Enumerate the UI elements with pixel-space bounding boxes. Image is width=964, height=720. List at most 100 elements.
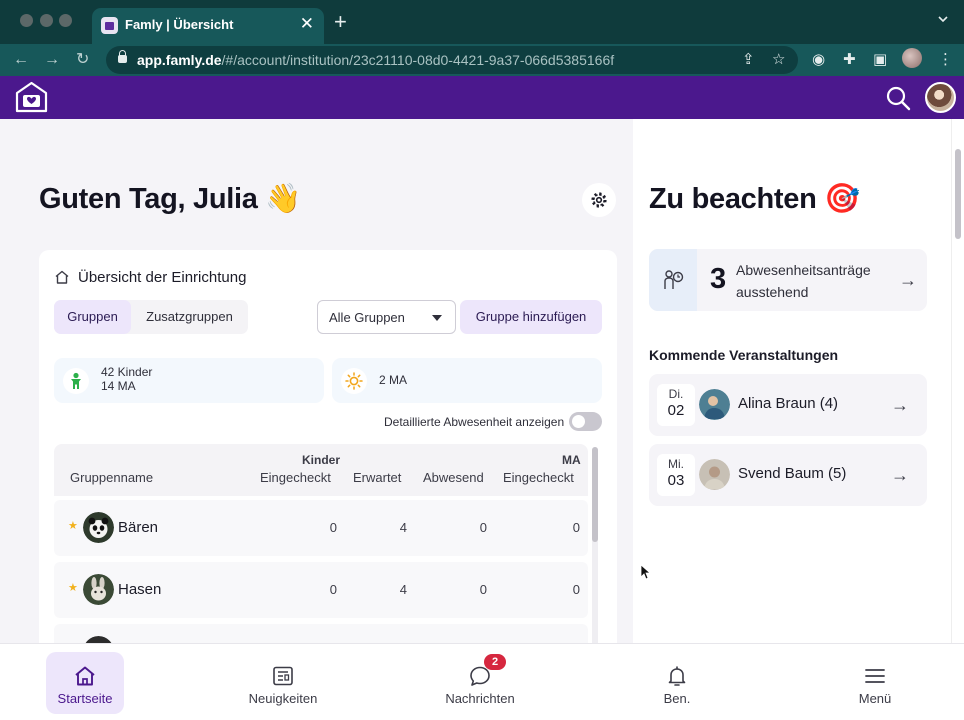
nav-label: Ben. — [663, 691, 691, 706]
page-content: Guten Tag, Julia 👋 Übersicht der Einrich… — [0, 119, 964, 643]
settings-button[interactable] — [582, 183, 616, 217]
group-name: Hasen — [118, 581, 162, 598]
window-minimize-dot[interactable] — [40, 14, 53, 27]
kinder-eingecheckt-value: 0 — [329, 520, 337, 535]
new-tab-button[interactable]: + — [334, 11, 347, 33]
nav-neuigkeiten[interactable]: Neuigkeiten — [228, 652, 338, 714]
toggle-knob — [572, 415, 585, 428]
kebab-menu-icon[interactable]: ⋮ — [938, 51, 953, 69]
profile-avatar[interactable] — [902, 48, 922, 68]
group-avatar-rabbit — [83, 574, 114, 605]
event-date-badge: Di. 02 — [657, 384, 695, 426]
add-group-button[interactable]: Gruppe hinzufügen — [460, 300, 602, 334]
group-filter-select[interactable]: Alle Gruppen — [317, 300, 456, 334]
address-bar[interactable]: app.famly.de/#/account/institution/23c21… — [106, 46, 798, 74]
url-text[interactable]: app.famly.de/#/account/institution/23c21… — [137, 52, 614, 68]
nav-label: Neuigkeiten — [248, 691, 318, 706]
col-erwartet[interactable]: Erwartet — [353, 470, 401, 485]
event-child-name: Svend Baum (5) — [738, 465, 847, 482]
table-row[interactable]: ★ Hasen 0 4 0 0 — [54, 562, 588, 618]
tab-close-icon[interactable]: ✕ — [300, 14, 314, 34]
table-row[interactable] — [54, 624, 588, 643]
event-day-number: 02 — [667, 402, 685, 419]
child-person-icon — [63, 368, 89, 394]
browser-tab-bar: Famly | Übersicht ✕ + — [0, 0, 964, 44]
arrow-right-icon: → — [891, 465, 909, 485]
nav-label: Nachrichten — [445, 691, 515, 706]
col-kinder-eingecheckt[interactable]: Eingecheckt — [260, 470, 331, 485]
star-icon: ★ — [68, 582, 78, 594]
table-header: Gruppenname Kinder Eingecheckt Erwartet … — [54, 444, 588, 496]
caret-down-icon — [432, 315, 442, 321]
greeting-heading: Guten Tag, Julia 👋 — [39, 183, 302, 215]
kinder-eingecheckt-value: 0 — [329, 582, 337, 597]
tab-title: Famly | Übersicht — [125, 17, 234, 32]
app-header — [0, 76, 964, 119]
erwartet-value: 4 — [399, 582, 407, 597]
famly-logo-icon[interactable] — [14, 81, 49, 114]
child-avatar — [699, 459, 730, 490]
nav-nachrichten[interactable]: 2 Nachrichten — [425, 652, 535, 714]
sun-staff-stat[interactable]: 2 MA — [332, 358, 602, 403]
staff-count: 14 MA — [101, 379, 136, 393]
nav-startseite[interactable]: Startseite — [46, 652, 124, 714]
table-row[interactable]: ★ Bären 0 4 0 0 — [54, 500, 588, 556]
col-gruppenname[interactable]: Gruppenname — [70, 470, 153, 485]
attention-heading: Zu beachten 🎯 — [649, 183, 861, 215]
forward-arrow-icon[interactable]: → — [44, 50, 60, 70]
tab-search-chevron-icon[interactable] — [938, 14, 948, 24]
event-item[interactable]: Mi. 03 Svend Baum (5) → — [649, 444, 927, 506]
user-avatar[interactable] — [925, 82, 956, 113]
bottom-navigation: Startseite Neuigkeiten 2 Nachrichten Ben… — [0, 643, 964, 720]
reload-icon[interactable]: ↻ — [76, 50, 89, 70]
lock-icon[interactable] — [118, 50, 127, 63]
hamburger-menu-icon — [865, 669, 885, 683]
gear-icon — [591, 192, 607, 208]
browser-tab[interactable]: Famly | Übersicht ✕ — [92, 8, 324, 44]
child-avatar — [699, 389, 730, 420]
children-staff-stat[interactable]: 42 Kinder 14 MA — [54, 358, 324, 403]
absence-requests-count: 3 — [710, 263, 727, 295]
detailed-absence-toggle[interactable] — [569, 412, 602, 431]
tab-zusatzgruppen[interactable]: Zusatzgruppen — [133, 300, 246, 334]
erwartet-value: 4 — [399, 520, 407, 535]
col-abwesend[interactable]: Abwesend — [423, 470, 484, 485]
main-column: Guten Tag, Julia 👋 Übersicht der Einrich… — [0, 119, 632, 643]
person-clock-icon — [649, 249, 697, 311]
nav-benachrichtigungen[interactable]: Ben. — [622, 652, 732, 714]
arrow-right-icon: → — [899, 270, 917, 290]
window-close-dot[interactable] — [20, 14, 33, 27]
absence-requests-card[interactable]: 3 Abwesenheitsanträge ausstehend → — [649, 249, 927, 311]
nav-menu[interactable]: Menü — [820, 652, 930, 714]
group-avatar-panda — [83, 512, 114, 543]
group-type-switch: Gruppen Zusatzgruppen — [54, 300, 248, 334]
window-zoom-dot[interactable] — [59, 14, 72, 27]
share-icon[interactable]: ⇪ — [742, 51, 755, 69]
event-item[interactable]: Di. 02 Alina Braun (4) → — [649, 374, 927, 436]
upcoming-events-heading: Kommende Veranstaltungen — [649, 347, 839, 363]
event-weekday: Di. — [668, 387, 684, 401]
col-group-ma: MA — [562, 453, 581, 467]
table-scrollbar-thumb[interactable] — [592, 447, 598, 542]
event-date-badge: Mi. 03 — [657, 454, 695, 496]
bookmark-star-icon[interactable]: ☆ — [772, 51, 785, 69]
event-weekday: Mi. — [668, 457, 684, 471]
ma-eingecheckt-value: 0 — [572, 582, 580, 597]
star-icon: ★ — [68, 520, 78, 532]
groups-table: Gruppenname Kinder Eingecheckt Erwartet … — [54, 444, 588, 643]
card-title: Übersicht der Einrichtung — [78, 269, 247, 286]
sidebar-icon[interactable]: ▣ — [873, 51, 887, 69]
col-ma-eingecheckt[interactable]: Eingecheckt — [503, 470, 574, 485]
tab-gruppen[interactable]: Gruppen — [54, 300, 131, 334]
children-count: 42 Kinder — [101, 365, 153, 379]
abwesend-value: 0 — [479, 582, 487, 597]
event-day-number: 03 — [667, 472, 685, 489]
famly-favicon-icon — [101, 17, 118, 34]
page-scrollbar-thumb[interactable] — [955, 149, 961, 239]
nav-label: Menü — [858, 691, 892, 706]
search-icon[interactable] — [885, 85, 911, 111]
extension-icon[interactable]: ◉ — [812, 51, 825, 69]
puzzle-icon[interactable]: ✚ — [843, 51, 856, 69]
back-arrow-icon[interactable]: ← — [13, 50, 29, 70]
sun-icon — [341, 368, 367, 394]
